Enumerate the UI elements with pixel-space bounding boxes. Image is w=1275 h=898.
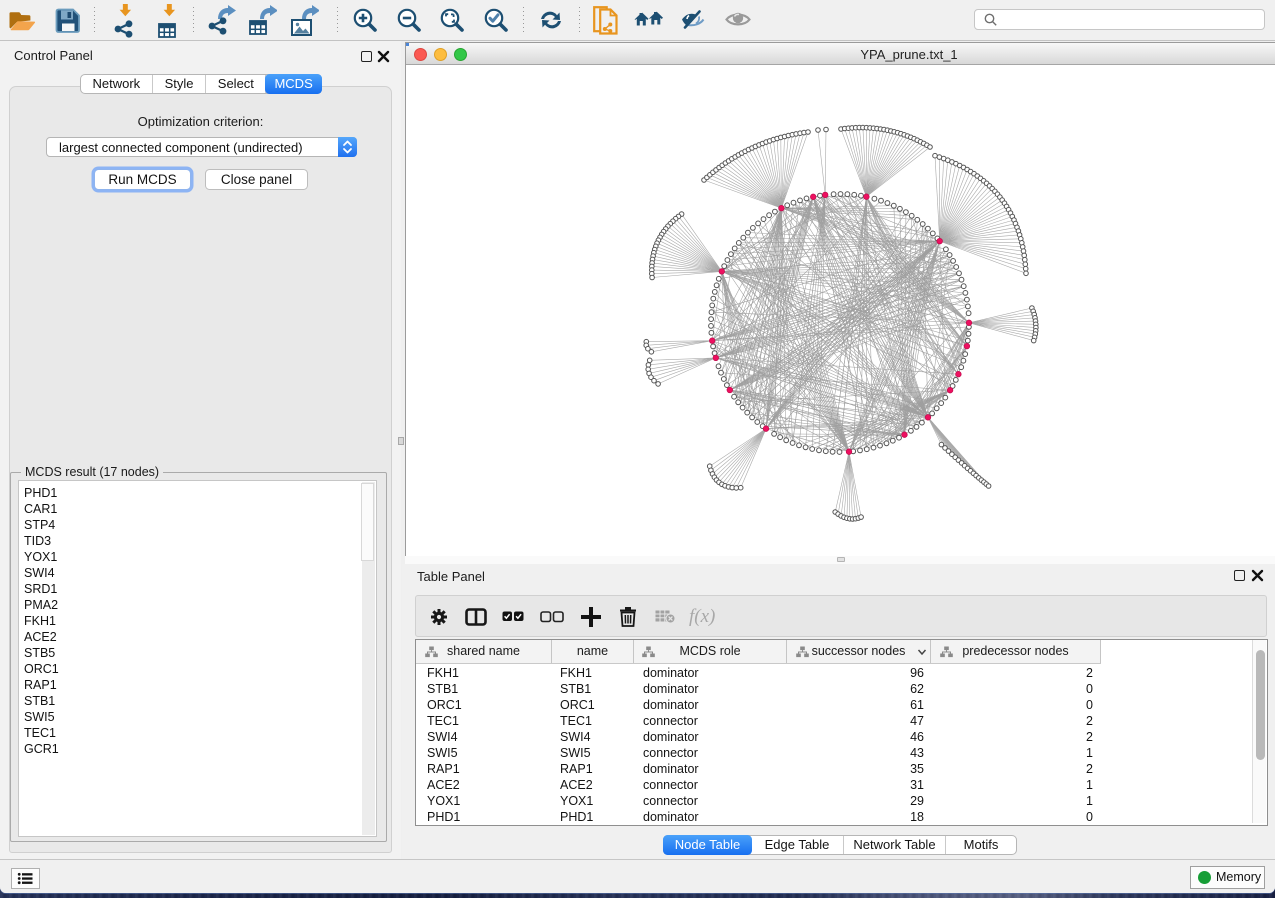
- svg-text:f(x): f(x): [689, 607, 715, 627]
